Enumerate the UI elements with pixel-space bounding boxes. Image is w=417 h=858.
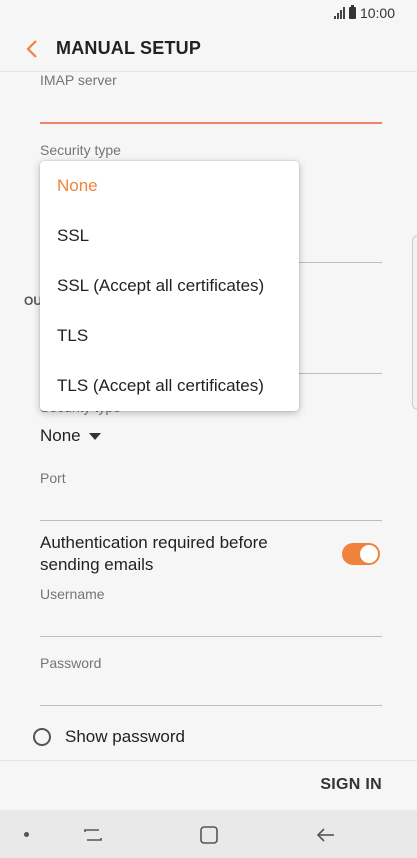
recents-icon[interactable] <box>80 822 106 848</box>
nav-indicator-dot <box>24 832 29 837</box>
status-bar: 10:00 <box>0 0 417 26</box>
toggle-thumb <box>359 544 379 564</box>
page-title: MANUAL SETUP <box>56 38 202 58</box>
dropdown-arrow-icon <box>88 432 101 440</box>
imap-server-underline <box>40 122 382 124</box>
sign-in-button[interactable]: SIGN IN <box>320 776 382 794</box>
app-bar: MANUAL SETUP <box>0 26 417 72</box>
authentication-toggle[interactable] <box>342 543 380 565</box>
username-underline <box>40 636 382 637</box>
signal-icon <box>333 7 345 19</box>
scroll-indicator[interactable] <box>412 235 417 410</box>
incoming-security-type-label: Security type <box>40 142 121 158</box>
show-password-radio[interactable] <box>33 728 51 746</box>
outgoing-security-type-select[interactable]: None <box>40 426 101 446</box>
dropdown-option-ssl[interactable]: SSL <box>40 211 299 261</box>
show-password-label: Show password <box>65 727 186 746</box>
password-label: Password <box>40 655 102 671</box>
nav-back-icon[interactable] <box>313 822 339 848</box>
outgoing-security-type-value: None <box>40 426 81 445</box>
back-button[interactable] <box>14 31 50 67</box>
imap-server-label: IMAP server <box>40 72 117 88</box>
dropdown-option-tls[interactable]: TLS <box>40 311 299 361</box>
back-arrow-icon <box>26 39 37 58</box>
password-underline <box>40 705 382 706</box>
port-underline <box>40 520 382 521</box>
status-time: 10:00 <box>359 5 395 21</box>
bottom-action-bar: SIGN IN <box>0 760 417 811</box>
security-type-dropdown: None SSL SSL (Accept all certificates) T… <box>40 161 299 411</box>
battery-icon <box>348 5 356 19</box>
system-navigation-bar <box>0 810 417 858</box>
dropdown-option-none[interactable]: None <box>40 161 299 211</box>
authentication-label: Authentication required before sending e… <box>40 533 268 574</box>
show-password-option[interactable]: Show password <box>33 727 185 747</box>
dropdown-option-ssl-accept-all[interactable]: SSL (Accept all certificates) <box>40 261 299 311</box>
dropdown-option-tls-accept-all[interactable]: TLS (Accept all certificates) <box>40 361 299 411</box>
home-icon[interactable] <box>196 822 222 848</box>
username-label: Username <box>40 586 105 602</box>
port-label: Port <box>40 470 66 486</box>
